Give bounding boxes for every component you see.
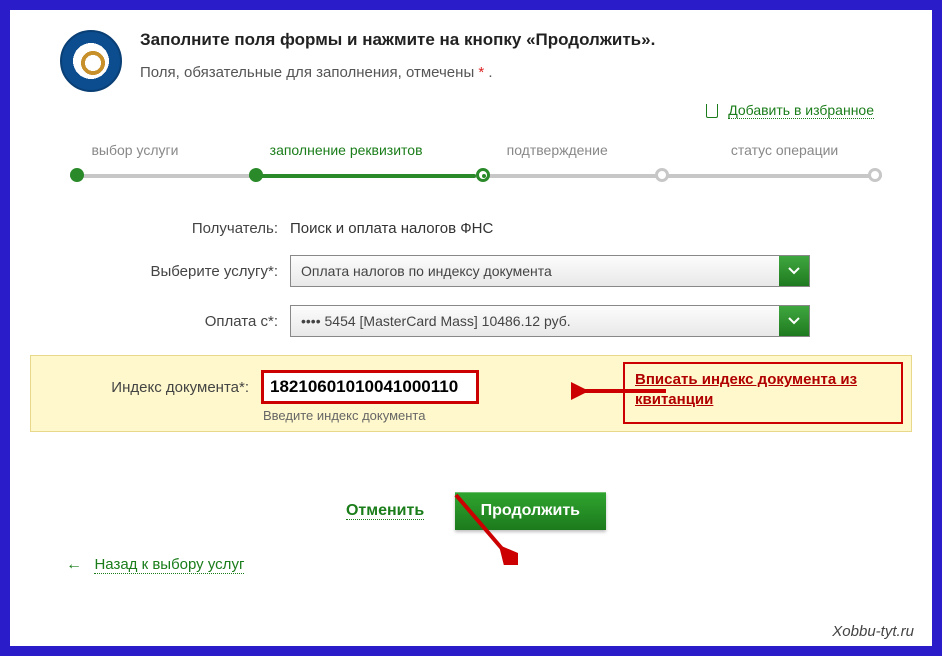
back-link[interactable]: Назад к выбору услуг [94,556,244,574]
service-select[interactable]: Оплата налогов по индексу документа [290,255,810,287]
step-label-1: выбор услуги [91,142,178,158]
subtitle-prefix: Поля, обязательные для заполнения, отмеч… [140,64,478,81]
recipient-value: Поиск и оплата налогов ФНС [290,220,493,237]
bookmark-icon [706,104,718,118]
cancel-button[interactable]: Отменить [346,502,424,520]
index-highlight-band: Индекс документа*: Введите индекс докуме… [30,355,912,432]
step-label-3: подтверждение [507,142,608,158]
payfrom-select[interactable]: •••• 5454 [MasterCard Mass] 10486.12 руб… [290,305,810,337]
payfrom-label: Оплата с*: [100,313,290,330]
page-subtitle: Поля, обязательные для заполнения, отмеч… [140,64,655,81]
subtitle-suffix: . [484,64,492,81]
fns-logo-icon [60,30,122,92]
document-index-input[interactable] [261,370,479,404]
recipient-label: Получатель: [100,220,290,237]
index-label: Индекс документа*: [61,379,261,396]
page-title: Заполните поля формы и нажмите на кнопку… [140,30,655,50]
back-arrow-icon: ← [66,556,82,573]
chevron-down-icon [779,256,809,286]
chevron-down-icon [779,306,809,336]
service-select-value: Оплата налогов по индексу документа [291,263,779,279]
step-label-4: статус операции [731,142,838,158]
add-favorite-link[interactable]: Добавить в избранное [728,102,874,119]
watermark: Xobbu-tyt.ru [832,623,914,640]
step-label-2: заполнение реквизитов [270,142,423,158]
progress-stepper: выбор услуги заполнение реквизитов подтв… [70,142,882,190]
payfrom-select-value: •••• 5454 [MasterCard Mass] 10486.12 руб… [291,313,779,329]
service-label: Выберите услугу*: [100,263,290,280]
arrow-icon [571,378,671,404]
arrow-icon [448,489,518,565]
